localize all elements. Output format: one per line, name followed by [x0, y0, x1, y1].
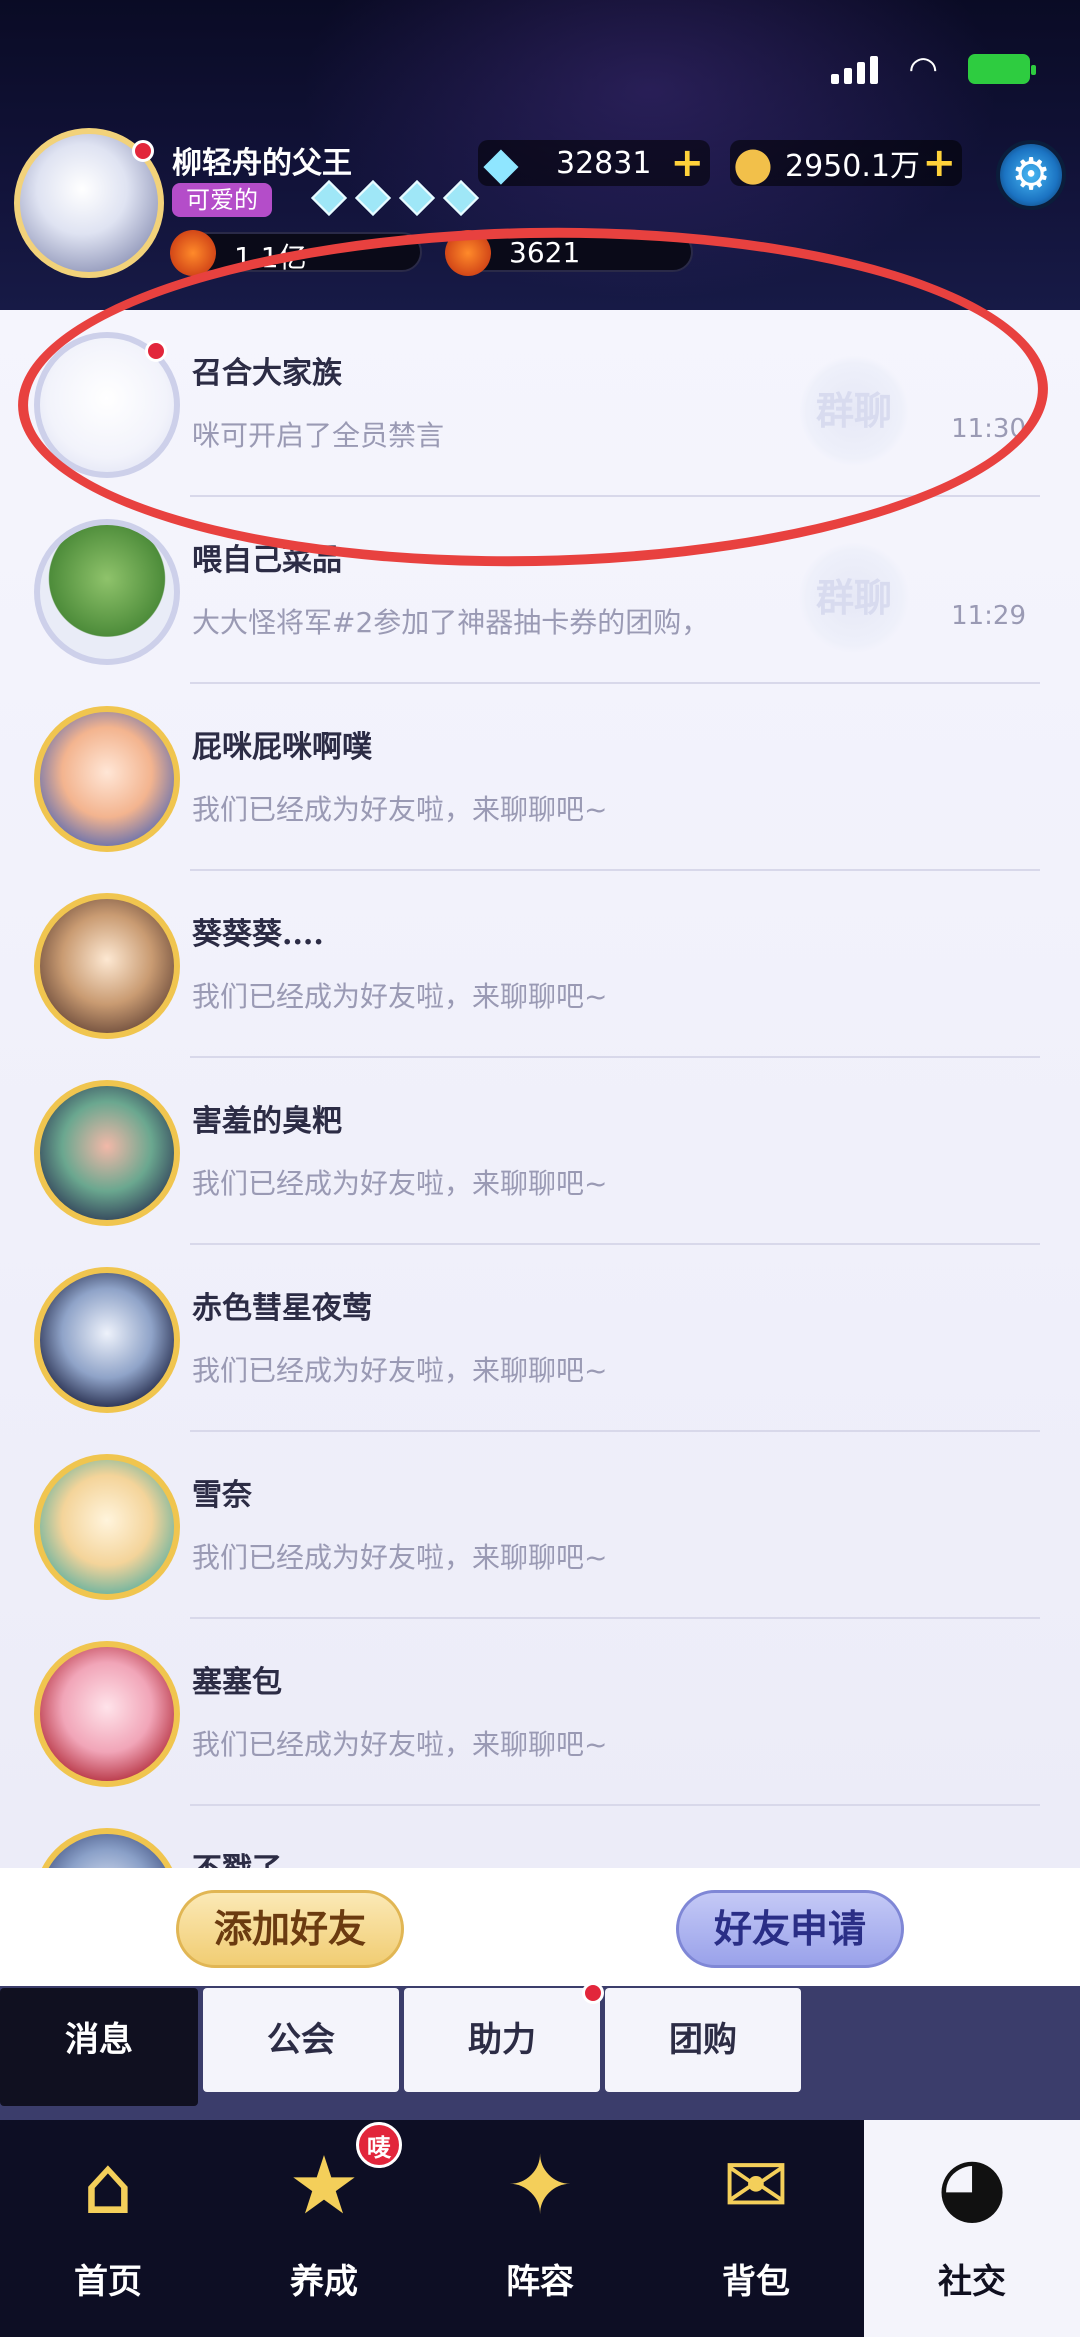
add-friend-button[interactable]: 添加好友 [176, 1890, 404, 1968]
signal-icon [831, 54, 879, 84]
bottom-nav: ⌂ 首页 ★ 唛 养成 ✦ 阵容 ✉ 背包 ◕ 社交 [0, 2120, 1080, 2337]
friend-avatar [34, 706, 180, 852]
coins-counter: ● 2950.1万 + [730, 136, 962, 190]
chat-name: 召合大家族 [192, 356, 342, 391]
chat-row-friend[interactable]: 屁咪屁咪啊噗 我们已经成为好友啦，来聊聊吧~ [0, 684, 1080, 871]
lineup-shield-icon: ✦ [506, 2139, 574, 2232]
home-gate-icon: ⌂ [82, 2139, 134, 2232]
nav-label: 社交 [938, 2262, 1006, 2302]
tab-messages[interactable]: 消息 [0, 1988, 198, 2106]
nav-social[interactable]: ◕ 社交 [864, 2120, 1080, 2337]
notification-dot [582, 1982, 604, 2004]
friend-request-button[interactable]: 好友申请 [676, 1890, 904, 1968]
combat-power-stat: 1.1亿 [170, 230, 422, 276]
chat-name: 害羞的臭粑 [192, 1104, 342, 1139]
gem-icon: ◆ [483, 136, 519, 190]
chat-row-friend[interactable]: 葵葵葵.... 我们已经成为好友啦，来聊聊吧~ [0, 871, 1080, 1058]
unread-dot [145, 340, 167, 362]
chat-last-message: 我们已经成为好友啦，来聊聊吧~ [192, 980, 608, 1013]
nav-home[interactable]: ⌂ 首页 [0, 2120, 216, 2337]
rank-value: 3621 [509, 236, 581, 269]
coin-icon: ● [732, 136, 774, 190]
friend-avatar [34, 1454, 180, 1600]
friend-avatar [34, 1080, 180, 1226]
status-bar: ◠ [831, 49, 1036, 89]
profile-header: ◠ 柳轻舟的父王 可爱的 ◆ 32831 + ● 2950.1万 + ⚙ 1.1… [0, 0, 1080, 310]
chat-name: 喂自己菜品 [192, 543, 342, 578]
wifi-icon: ◠ [908, 49, 938, 89]
battery-icon [968, 54, 1036, 84]
friend-avatar [34, 1828, 180, 1868]
group-chat-tag: 群聊 [798, 542, 910, 654]
nav-backpack[interactable]: ✉ 背包 [648, 2120, 864, 2337]
tab-group-buy[interactable]: 团购 [605, 1988, 801, 2092]
chat-row-group[interactable]: 喂自己菜品 大大怪将军#2参加了神器抽卡券的团购， 群聊 11:29 [0, 497, 1080, 684]
chat-row-friend[interactable]: 不戳了 [0, 1806, 1080, 1868]
rank-diamonds [310, 179, 480, 217]
chat-row-friend[interactable]: 塞塞包 我们已经成为好友啦，来聊聊吧~ [0, 1619, 1080, 1806]
social-subtabs: 消息 公会 助力 团购 [0, 1982, 1080, 2120]
chat-name: 葵葵葵.... [192, 917, 324, 952]
nav-label: 阵容 [506, 2262, 574, 2302]
chat-last-message: 大大怪将军#2参加了神器抽卡券的团购， [192, 606, 710, 639]
notification-dot [132, 140, 154, 162]
chat-name: 塞塞包 [192, 1665, 282, 1700]
nav-label: 背包 [722, 2262, 790, 2302]
nav-develop[interactable]: ★ 唛 养成 [216, 2120, 432, 2337]
group-chat-tag: 群聊 [798, 355, 910, 467]
nav-label: 养成 [290, 2262, 358, 2302]
social-chat-icon: ◕ [937, 2139, 1007, 2232]
player-title-badge: 可爱的 [172, 183, 272, 217]
nav-label: 首页 [74, 2262, 142, 2302]
chat-name: 屁咪屁咪啊噗 [192, 730, 372, 765]
chat-row-friend[interactable]: 赤色彗星夜莺 我们已经成为好友啦，来聊聊吧~ [0, 1245, 1080, 1432]
group-avatar [34, 519, 180, 665]
tab-assist-label: 助力 [468, 2020, 536, 2060]
chat-last-message: 我们已经成为好友啦，来聊聊吧~ [192, 1541, 608, 1574]
tab-assist[interactable]: 助力 [404, 1982, 604, 2092]
diamond-icon [310, 179, 348, 217]
friend-avatar [34, 1641, 180, 1787]
player-avatar[interactable] [14, 128, 164, 278]
diamond-icon [354, 179, 392, 217]
chat-last-message: 咪可开启了全员禁言 [192, 419, 445, 452]
gems-value: 32831 [556, 145, 652, 181]
friend-avatar [34, 893, 180, 1039]
coins-value: 2950.1万 [785, 149, 920, 184]
tab-guild[interactable]: 公会 [203, 1988, 399, 2092]
friend-avatar [34, 1267, 180, 1413]
nav-badge: 唛 [356, 2122, 402, 2168]
diamond-icon [398, 179, 436, 217]
chat-time: 11:30 [951, 414, 1026, 444]
chat-last-message: 我们已经成为好友啦，来聊聊吧~ [192, 1354, 608, 1387]
chat-row-friend[interactable]: 害羞的臭粑 我们已经成为好友啦，来聊聊吧~ [0, 1058, 1080, 1245]
chat-time: 11:29 [951, 601, 1026, 631]
friend-actions-bar: 添加好友 好友申请 [0, 1868, 1080, 1986]
chat-last-message: 我们已经成为好友啦，来聊聊吧~ [192, 1167, 608, 1200]
add-coins-button[interactable]: + [922, 140, 956, 186]
add-gems-button[interactable]: + [670, 140, 704, 186]
chat-list[interactable]: 召合大家族 咪可开启了全员禁言 群聊 11:30 喂自己菜品 大大怪将军#2参加… [0, 310, 1080, 1868]
chat-row-group[interactable]: 召合大家族 咪可开启了全员禁言 群聊 11:30 [0, 310, 1080, 497]
chat-name: 赤色彗星夜莺 [192, 1291, 372, 1326]
rank-stat: 3621 [445, 230, 693, 276]
combat-power-value: 1.1亿 [234, 241, 307, 274]
chat-last-message: 我们已经成为好友啦，来聊聊吧~ [192, 793, 608, 826]
backpack-icon: ✉ [722, 2139, 790, 2232]
nav-lineup[interactable]: ✦ 阵容 [432, 2120, 648, 2337]
chat-row-friend[interactable]: 雪奈 我们已经成为好友啦，来聊聊吧~ [0, 1432, 1080, 1619]
chat-name: 不戳了 [192, 1844, 282, 1868]
gems-counter: ◆ 32831 + [478, 136, 710, 190]
chat-name: 雪奈 [192, 1478, 252, 1513]
fire-icon [170, 230, 216, 276]
player-name: 柳轻舟的父王 [172, 146, 352, 181]
settings-gear-icon[interactable]: ⚙ [996, 140, 1066, 210]
rank-icon [445, 230, 491, 276]
chat-last-message: 我们已经成为好友啦，来聊聊吧~ [192, 1728, 608, 1761]
